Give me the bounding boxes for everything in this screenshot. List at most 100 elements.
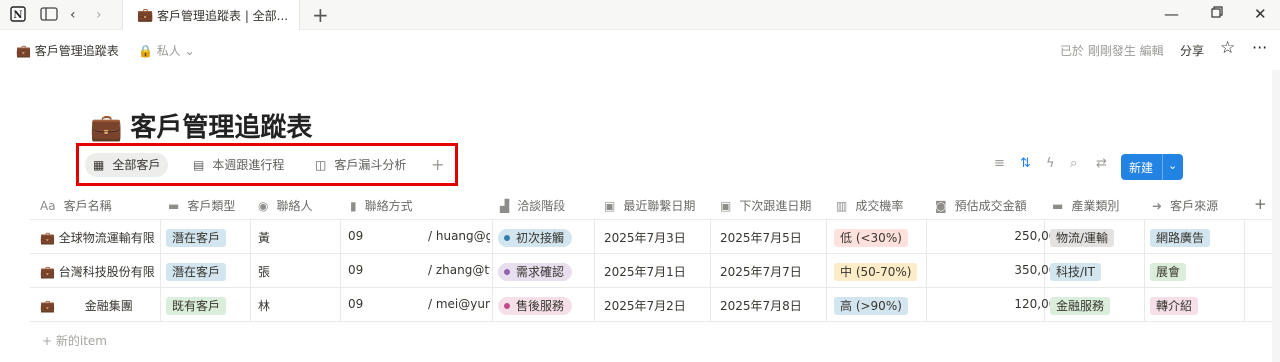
table-icon: ▦ [93, 158, 105, 172]
sidebar-toggle-icon[interactable] [40, 6, 58, 27]
column-label: 下次跟進日期 [739, 199, 812, 213]
source-cell[interactable]: 展會 [1150, 263, 1187, 281]
browser-tab[interactable]: 💼 客戶管理追蹤表 | 全部... [122, 0, 300, 30]
select-type-icon: ▥ [836, 199, 848, 213]
arrow-right-icon: ➜ [1152, 199, 1163, 213]
chevron-down-icon[interactable]: ⌄ [1168, 159, 1177, 172]
source-cell[interactable]: 網路廣告 [1150, 229, 1211, 247]
phone-icon: ▮ [350, 199, 357, 213]
restore-icon[interactable] [1210, 5, 1224, 23]
source-cell[interactable]: 轉介紹 [1150, 297, 1199, 315]
column-header[interactable]: ▬ 客戶類型 [168, 197, 235, 214]
scrollbar[interactable] [1272, 70, 1280, 362]
stage-pill: 初次接觸 [498, 229, 573, 247]
edited-status: 已於 剛剛發生 編輯 [1060, 44, 1164, 58]
probability-cell[interactable]: 高 (>90%) [834, 297, 908, 315]
column-header[interactable]: ➜ 客戶來源 [1152, 197, 1218, 214]
client-type-cell[interactable]: 潛在客戶 [166, 263, 227, 281]
notion-logo-icon[interactable]: N [10, 6, 26, 27]
contact-cell[interactable]: 黃 [258, 229, 270, 246]
close-icon[interactable]: ✕ [1254, 5, 1267, 23]
column-label: 客戶類型 [187, 199, 236, 213]
share-button[interactable]: 分享 [1180, 42, 1204, 59]
amount-cell[interactable]: 250,000 [934, 229, 1064, 243]
industry-cell[interactable]: 金融服務 [1050, 297, 1111, 315]
last-contact-cell[interactable]: 2025年7月3日 [604, 229, 686, 246]
search-icon[interactable]: ⌕ [1070, 156, 1077, 171]
column-header[interactable]: ◉ 聯絡人 [258, 197, 313, 214]
tab-title: 客戶管理追蹤表 | 全部... [157, 9, 289, 23]
minimize-icon[interactable]: — [1164, 5, 1179, 23]
probability-tag: 中 (50-70%) [834, 263, 918, 281]
column-header[interactable]: ▮ 聯絡方式 [350, 197, 413, 214]
text-type-icon: Aa [40, 199, 56, 213]
phone-cell[interactable]: 09 [348, 263, 363, 277]
table-row[interactable]: 💼 金融集團 既有客戶 林 09 / mei@yun 售後服務 2025年7月2… [30, 288, 1272, 322]
column-header[interactable]: ▟ 洽談階段 [500, 197, 565, 214]
settings-icon[interactable]: ⇄ [1096, 156, 1107, 171]
stage-pill: 售後服務 [498, 297, 573, 315]
client-type-cell[interactable]: 既有客戶 [166, 297, 227, 315]
probability-cell[interactable]: 低 (<30%) [834, 229, 908, 247]
probability-cell[interactable]: 中 (50-70%) [834, 263, 918, 281]
industry-tag: 科技/IT [1050, 263, 1101, 281]
forward-arrow-icon[interactable]: › [96, 6, 102, 24]
email-cell[interactable]: / mei@yun [428, 297, 490, 311]
more-options-icon[interactable]: ··· [1252, 38, 1267, 57]
automation-icon[interactable]: ϟ [1046, 156, 1055, 171]
view-label: 客戶漏斗分析 [334, 158, 407, 172]
tab-weekly-followup[interactable]: ▤ 本週跟進行程 [185, 153, 292, 177]
source-tag: 展會 [1150, 263, 1187, 281]
email-cell[interactable]: / huang@g [428, 229, 490, 243]
industry-cell[interactable]: 物流/運輸 [1050, 229, 1115, 247]
last-contact-cell[interactable]: 2025年7月2日 [604, 297, 686, 314]
tab-client-funnel[interactable]: ◫ 客戶漏斗分析 [307, 153, 414, 177]
privacy-selector[interactable]: 🔒 私人 ⌄ [138, 42, 195, 59]
stage-cell[interactable]: 需求確認 [498, 263, 573, 281]
tab-all-clients[interactable]: ▦ 全部客戶 [85, 153, 169, 177]
phone-cell[interactable]: 09 [348, 229, 363, 243]
source-tag: 網路廣告 [1150, 229, 1211, 247]
new-button[interactable]: 新建 ⌄ [1121, 154, 1183, 180]
sort-icon[interactable]: ⇅ [1020, 156, 1031, 171]
status-icon: ▟ [500, 199, 510, 213]
column-header[interactable]: ◙ 預估成交金額 [935, 197, 1027, 214]
client-name-cell[interactable]: 💼 全球物流運輸有限 [40, 229, 160, 246]
filter-icon[interactable]: ≡ [994, 156, 1005, 171]
phone-cell[interactable]: 09 [348, 297, 363, 311]
new-tab-plus-icon[interactable]: + [312, 3, 329, 27]
back-arrow-icon[interactable]: ‹ [70, 6, 76, 24]
contact-cell[interactable]: 林 [258, 297, 270, 314]
amount-cell[interactable]: 120,000 [934, 297, 1064, 311]
table-row[interactable]: 💼 台灣科技股份有限 潛在客戶 張 09 / zhang@tv 需求確認 202… [30, 254, 1272, 288]
client-name-cell[interactable]: 💼 台灣科技股份有限 [40, 263, 160, 280]
table-row[interactable]: 💼 全球物流運輸有限 潛在客戶 黃 09 / huang@g 初次接觸 2025… [30, 220, 1272, 254]
amount-cell[interactable]: 350,000 [934, 263, 1064, 277]
table-header: Aa 客戶名稱 ▬ 客戶類型 ◉ 聯絡人 ▮ 聯絡方式 ▟ 洽談階段 ▣ 最近聯繫日期 ▣ 下… [30, 190, 1272, 220]
add-column-plus-icon[interactable]: + [1254, 195, 1267, 213]
stage-cell[interactable]: 初次接觸 [498, 229, 573, 247]
column-header[interactable]: Aa 客戶名稱 [40, 197, 112, 214]
client-type-cell[interactable]: 潛在客戶 [166, 229, 227, 247]
next-followup-cell[interactable]: 2025年7月8日 [720, 297, 802, 314]
add-view-plus-icon[interactable]: + [431, 153, 444, 177]
probability-tag: 低 (<30%) [834, 229, 908, 247]
next-followup-cell[interactable]: 2025年7月5日 [720, 229, 802, 246]
new-button-label: 新建 [1129, 161, 1154, 175]
add-new-item-button[interactable]: + 新的item [42, 332, 107, 349]
view-tabs-highlight: ▦ 全部客戶 ▤ 本週跟進行程 ◫ 客戶漏斗分析 + [76, 143, 458, 186]
column-header[interactable]: ▣ 最近聯繫日期 [604, 197, 695, 214]
column-header[interactable]: ▣ 下次跟進日期 [720, 197, 811, 214]
last-contact-cell[interactable]: 2025年7月1日 [604, 263, 686, 280]
column-header[interactable]: ▥ 成交機率 [836, 197, 903, 214]
email-cell[interactable]: / zhang@tv [428, 263, 490, 277]
column-header[interactable]: ▬ 產業類別 [1052, 197, 1119, 214]
contact-cell[interactable]: 張 [258, 263, 270, 280]
client-name-cell[interactable]: 💼 金融集團 [40, 297, 160, 314]
star-icon[interactable]: ☆ [1220, 38, 1235, 58]
stage-cell[interactable]: 售後服務 [498, 297, 573, 315]
breadcrumb[interactable]: 💼 客戶管理追蹤表 [16, 42, 119, 59]
next-followup-cell[interactable]: 2025年7月7日 [720, 263, 802, 280]
briefcase-icon: 💼 [40, 299, 59, 313]
industry-cell[interactable]: 科技/IT [1050, 263, 1101, 281]
